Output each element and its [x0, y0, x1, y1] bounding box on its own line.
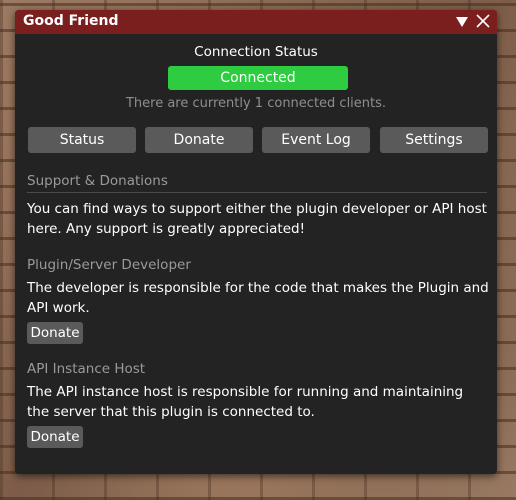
- api-host-heading: API Instance Host: [27, 361, 146, 377]
- close-icon[interactable]: [474, 12, 492, 30]
- connection-status-label: Connection Status: [194, 44, 318, 60]
- developer-heading: Plugin/Server Developer: [27, 257, 191, 273]
- support-intro-text: You can find ways to support either the …: [27, 201, 487, 237]
- tab-settings[interactable]: Settings: [380, 127, 488, 153]
- donate-api-host-button[interactable]: Donate: [27, 426, 83, 448]
- api-host-description: The API instance host is responsible for…: [27, 384, 464, 420]
- tab-status[interactable]: Status: [28, 127, 136, 153]
- title-bar[interactable]: Good Friend: [15, 10, 497, 34]
- tab-donate[interactable]: Donate: [145, 127, 253, 153]
- developer-description: The developer is responsible for the cod…: [27, 280, 489, 316]
- connected-clients-info: There are currently 1 connected clients.: [125, 96, 387, 111]
- triangle-down-icon[interactable]: [453, 12, 471, 30]
- section-divider: [27, 192, 487, 193]
- window-title: Good Friend: [23, 13, 119, 29]
- connection-status-badge: Connected: [168, 66, 348, 90]
- plugin-window: Good Friend Connection Status Connected …: [15, 10, 497, 474]
- tab-event-log[interactable]: Event Log: [262, 127, 370, 153]
- support-donations-heading: Support & Donations: [27, 173, 168, 189]
- donate-developer-button[interactable]: Donate: [27, 322, 83, 344]
